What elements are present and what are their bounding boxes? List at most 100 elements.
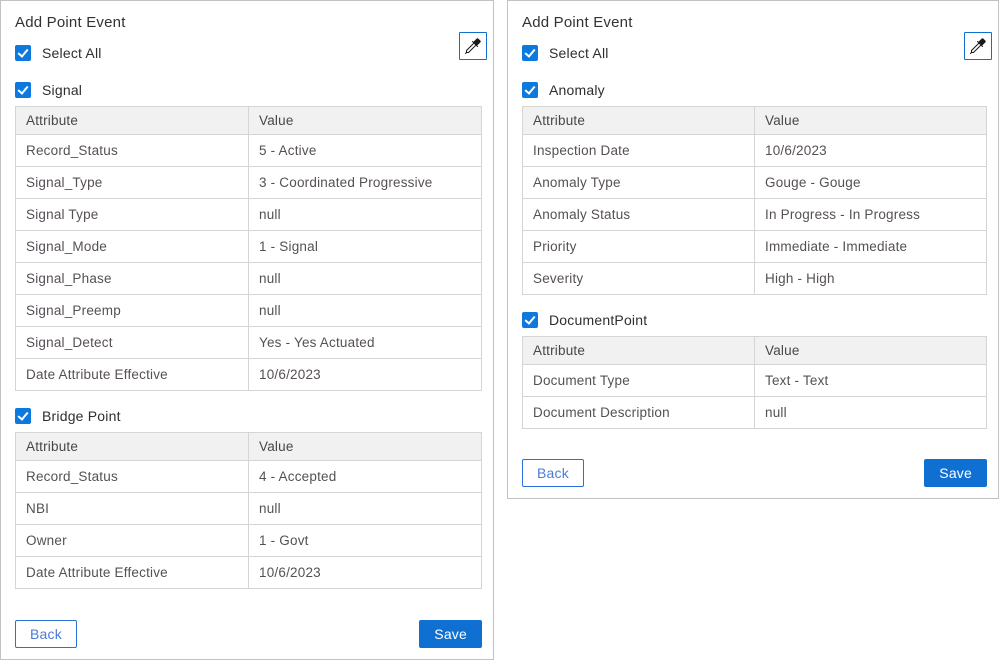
attribute-cell: Inspection Date <box>523 135 755 167</box>
value-cell: null <box>249 263 482 295</box>
column-header: Value <box>249 433 482 461</box>
table-row: Signal_Mode1 - Signal <box>16 231 482 263</box>
attribute-cell: Record_Status <box>16 135 249 167</box>
attribute-cell: Anomaly Status <box>523 199 755 231</box>
table-row: Record_Status5 - Active <box>16 135 482 167</box>
value-cell: 1 - Signal <box>249 231 482 263</box>
value-cell: In Progress - In Progress <box>755 199 987 231</box>
group-anomaly: Anomaly AttributeValueInspection Date10/6… <box>522 81 987 295</box>
group-label: DocumentPoint <box>549 312 647 328</box>
attribute-cell: Anomaly Type <box>523 167 755 199</box>
table-row: Date Attribute Effective10/6/2023 <box>16 557 482 589</box>
attribute-cell: Date Attribute Effective <box>16 359 249 391</box>
table-row: Anomaly StatusIn Progress - In Progress <box>523 199 987 231</box>
panel-footer: Back Save <box>522 459 987 487</box>
value-cell: 10/6/2023 <box>249 557 482 589</box>
attribute-cell: Signal Type <box>16 199 249 231</box>
group-checkbox[interactable] <box>522 82 538 98</box>
attribute-cell: Document Description <box>523 397 755 429</box>
panel-footer: Back Save <box>15 620 482 648</box>
save-button[interactable]: Save <box>924 459 987 487</box>
add-point-event-panel-left: Add Point Event Select All Signal Attribu… <box>0 0 494 660</box>
attribute-cell: Record_Status <box>16 461 249 493</box>
value-cell: null <box>249 295 482 327</box>
group-checkbox-row: DocumentPoint <box>522 311 987 329</box>
group-signal: Signal AttributeValueRecord_Status5 - Act… <box>15 81 482 391</box>
column-header: Value <box>755 107 987 135</box>
table-header-row: AttributeValue <box>523 107 987 135</box>
table-row: Signal_Preempnull <box>16 295 482 327</box>
attribute-cell: Signal_Preemp <box>16 295 249 327</box>
value-cell: null <box>755 397 987 429</box>
table-row: Anomaly TypeGouge - Gouge <box>523 167 987 199</box>
attribute-cell: Signal_Detect <box>16 327 249 359</box>
value-cell: Yes - Yes Actuated <box>249 327 482 359</box>
eyedropper-button[interactable] <box>964 32 992 60</box>
table-row: Document TypeText - Text <box>523 365 987 397</box>
attribute-cell: Signal_Phase <box>16 263 249 295</box>
column-header: Attribute <box>523 337 755 365</box>
table-row: Signal_DetectYes - Yes Actuated <box>16 327 482 359</box>
save-button[interactable]: Save <box>419 620 482 648</box>
group-checkbox[interactable] <box>522 312 538 328</box>
table-row: Signal_Phasenull <box>16 263 482 295</box>
back-button[interactable]: Back <box>15 620 77 648</box>
table-row: Signal_Type3 - Coordinated Progressive <box>16 167 482 199</box>
attribute-cell: Signal_Mode <box>16 231 249 263</box>
table-row: Inspection Date10/6/2023 <box>523 135 987 167</box>
attribute-table: AttributeValueRecord_Status5 - ActiveSig… <box>15 106 482 391</box>
value-cell: 10/6/2023 <box>755 135 987 167</box>
group-checkbox[interactable] <box>15 408 31 424</box>
table-row: Date Attribute Effective10/6/2023 <box>16 359 482 391</box>
column-header: Value <box>249 107 482 135</box>
select-all-row: Select All <box>522 44 987 62</box>
attribute-cell: NBI <box>16 493 249 525</box>
select-all-row: Select All <box>15 44 482 62</box>
group-label: Bridge Point <box>42 408 121 424</box>
table-row: Document Descriptionnull <box>523 397 987 429</box>
group-bridge-point: Bridge Point AttributeValueRecord_Status4… <box>15 407 482 589</box>
value-cell: null <box>249 493 482 525</box>
table-row: SeverityHigh - High <box>523 263 987 295</box>
table-row: Owner1 - Govt <box>16 525 482 557</box>
value-cell: Gouge - Gouge <box>755 167 987 199</box>
page-title: Add Point Event <box>522 14 987 31</box>
group-checkbox-row: Anomaly <box>522 81 987 99</box>
eyedropper-icon <box>970 38 986 54</box>
column-header: Attribute <box>16 107 249 135</box>
back-button[interactable]: Back <box>522 459 584 487</box>
table-header-row: AttributeValue <box>16 107 482 135</box>
attribute-cell: Severity <box>523 263 755 295</box>
page-title: Add Point Event <box>15 14 482 31</box>
select-all-checkbox[interactable] <box>15 45 31 61</box>
eyedropper-icon <box>465 38 481 54</box>
select-all-checkbox[interactable] <box>522 45 538 61</box>
groups-container: AnomalyAttributeValueInspection Date10/6… <box>522 62 987 429</box>
column-header: Attribute <box>16 433 249 461</box>
select-all-label: Select All <box>549 45 609 61</box>
value-cell: null <box>249 199 482 231</box>
table-row: Signal Typenull <box>16 199 482 231</box>
table-header-row: AttributeValue <box>16 433 482 461</box>
attribute-cell: Document Type <box>523 365 755 397</box>
group-checkbox-row: Signal <box>15 81 482 99</box>
value-cell: Immediate - Immediate <box>755 231 987 263</box>
table-row: PriorityImmediate - Immediate <box>523 231 987 263</box>
select-all-label: Select All <box>42 45 102 61</box>
group-checkbox[interactable] <box>15 82 31 98</box>
value-cell: High - High <box>755 263 987 295</box>
value-cell: 4 - Accepted <box>249 461 482 493</box>
table-row: NBInull <box>16 493 482 525</box>
group-label: Anomaly <box>549 82 605 98</box>
groups-container: SignalAttributeValueRecord_Status5 - Act… <box>15 62 482 589</box>
add-point-event-panel-right: Add Point Event Select All Anomaly Attrib… <box>507 0 999 499</box>
column-header: Value <box>755 337 987 365</box>
attribute-cell: Date Attribute Effective <box>16 557 249 589</box>
attribute-cell: Signal_Type <box>16 167 249 199</box>
group-checkbox-row: Bridge Point <box>15 407 482 425</box>
value-cell: 1 - Govt <box>249 525 482 557</box>
eyedropper-button[interactable] <box>459 32 487 60</box>
value-cell: 10/6/2023 <box>249 359 482 391</box>
attribute-cell: Priority <box>523 231 755 263</box>
add-point-event-screens: Add Point Event Select All Signal Attribu… <box>0 0 1000 661</box>
